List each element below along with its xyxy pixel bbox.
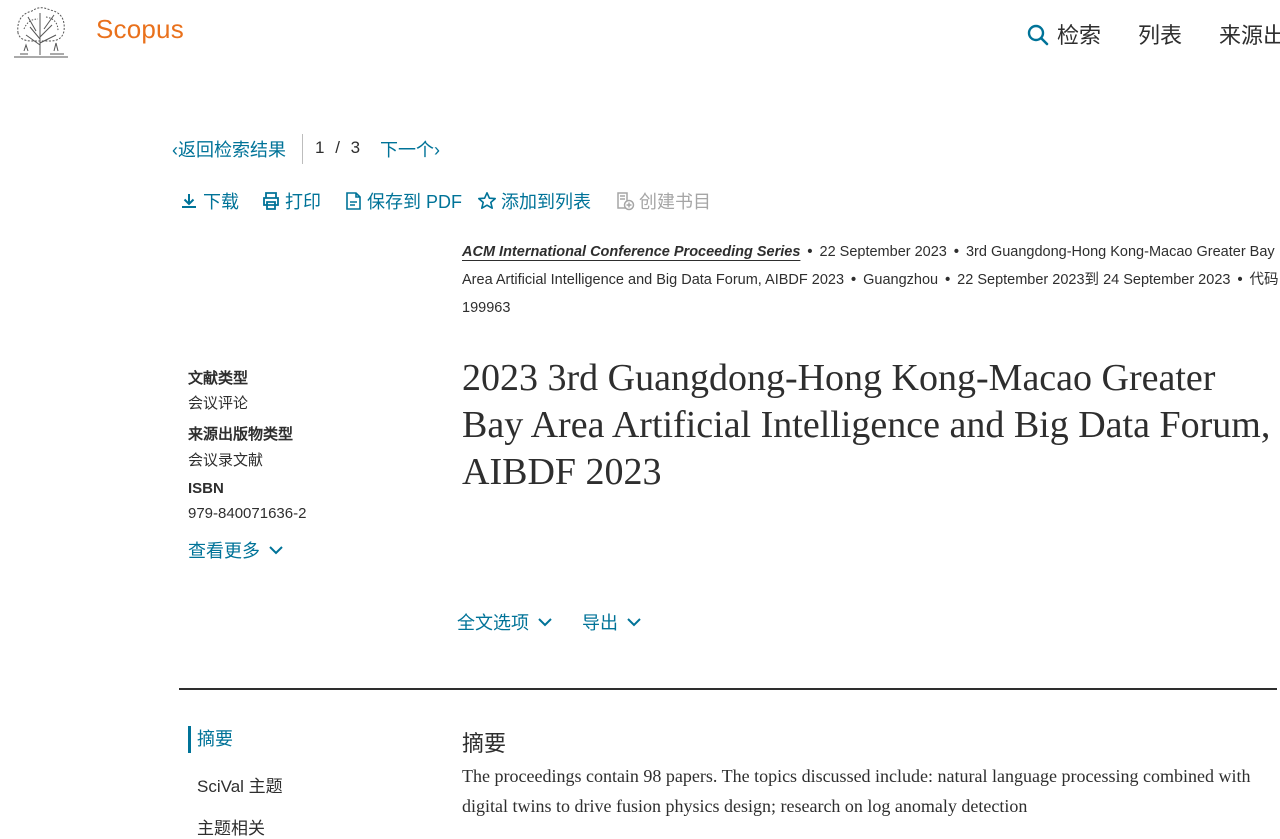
meta-separator: • bbox=[953, 244, 959, 260]
bibliography-icon bbox=[617, 192, 635, 211]
meta-separator: • bbox=[807, 244, 813, 260]
export-label: 导出 bbox=[582, 613, 618, 633]
create-bibliography-label: 创建书目 bbox=[639, 192, 711, 212]
export-button[interactable]: 导出 bbox=[582, 609, 642, 635]
meta-separator: • bbox=[1237, 272, 1243, 288]
back-to-results-link[interactable]: ‹返回检索结果 bbox=[172, 136, 286, 162]
chevron-down-icon bbox=[627, 618, 641, 627]
save-pdf-button[interactable]: 保存到 PDF bbox=[343, 188, 462, 214]
doc-type-value: 会议评论 bbox=[188, 395, 249, 412]
series-link[interactable]: ACM International Conference Proceeding … bbox=[462, 244, 800, 260]
chevron-down-icon bbox=[538, 618, 552, 627]
abstract-heading: 摘要 bbox=[462, 731, 507, 756]
save-pdf-label: 保存到 PDF bbox=[367, 192, 463, 212]
search-icon[interactable] bbox=[1027, 24, 1049, 46]
pager-separator: / bbox=[335, 138, 340, 157]
chevron-down-icon bbox=[269, 546, 283, 555]
source-type-value: 会议录文献 bbox=[188, 452, 264, 469]
nav-lists-link[interactable]: 列表 bbox=[1138, 18, 1182, 50]
pager-total: 3 bbox=[350, 138, 361, 157]
nav-sources-link[interactable]: 来源出 bbox=[1219, 18, 1280, 50]
pdf-icon bbox=[346, 192, 361, 210]
doc-type-label: 文献类型 bbox=[188, 370, 249, 387]
meta-period: 22 September 2023到 24 September 2023 bbox=[957, 272, 1231, 288]
isbn-label: ISBN bbox=[188, 480, 224, 497]
full-text-options-button[interactable]: 全文选项 bbox=[457, 609, 553, 635]
nav-search-link[interactable]: 检索 bbox=[1057, 18, 1101, 50]
print-button[interactable]: 打印 bbox=[261, 188, 321, 214]
meta-city: Guangzhou bbox=[863, 272, 939, 288]
source-type-label: 来源出版物类型 bbox=[188, 426, 294, 443]
download-label: 下载 bbox=[203, 192, 239, 212]
pager-current: 1 bbox=[315, 138, 325, 157]
meta-date: 22 September 2023 bbox=[819, 244, 947, 260]
side-nav-topics[interactable]: 主题相关 bbox=[197, 814, 265, 839]
document-title: 2023 3rd Guangdong-Hong Kong-Macao Great… bbox=[462, 357, 1271, 493]
scopus-brand-link[interactable]: Scopus bbox=[96, 14, 184, 45]
download-icon bbox=[182, 194, 196, 208]
add-to-list-label: 添加到列表 bbox=[501, 192, 591, 212]
next-result-link[interactable]: 下一个› bbox=[380, 136, 440, 162]
next-result-label: 下一个 bbox=[380, 140, 434, 160]
printer-icon bbox=[263, 192, 279, 210]
abstract-text: The proceedings contain 98 papers. The t… bbox=[462, 766, 1251, 816]
section-divider bbox=[179, 688, 1277, 690]
print-label: 打印 bbox=[285, 192, 321, 212]
elsevier-tree-logo[interactable] bbox=[10, 5, 72, 61]
meta-separator: • bbox=[851, 272, 857, 288]
star-icon bbox=[478, 192, 496, 209]
download-button[interactable]: 下载 bbox=[179, 188, 239, 214]
result-pager: 1 / 3 bbox=[315, 138, 360, 158]
publication-meta: ACM International Conference Proceeding … bbox=[462, 238, 1280, 322]
full-text-options-label: 全文选项 bbox=[457, 613, 529, 633]
view-more-label: 查看更多 bbox=[188, 541, 260, 561]
add-to-list-button[interactable]: 添加到列表 bbox=[477, 188, 591, 214]
side-nav-abstract[interactable]: 摘要 bbox=[188, 726, 233, 753]
isbn-value: 979-840071636-2 bbox=[188, 505, 307, 522]
create-bibliography-button[interactable]: 创建书目 bbox=[615, 188, 711, 214]
chevron-right-icon: › bbox=[434, 140, 440, 160]
nav-divider bbox=[302, 134, 303, 164]
back-to-results-label: 返回检索结果 bbox=[178, 140, 286, 160]
meta-separator: • bbox=[945, 272, 951, 288]
view-more-button[interactable]: 查看更多 bbox=[188, 537, 284, 563]
side-nav-scival[interactable]: SciVal 主题 bbox=[197, 772, 283, 797]
